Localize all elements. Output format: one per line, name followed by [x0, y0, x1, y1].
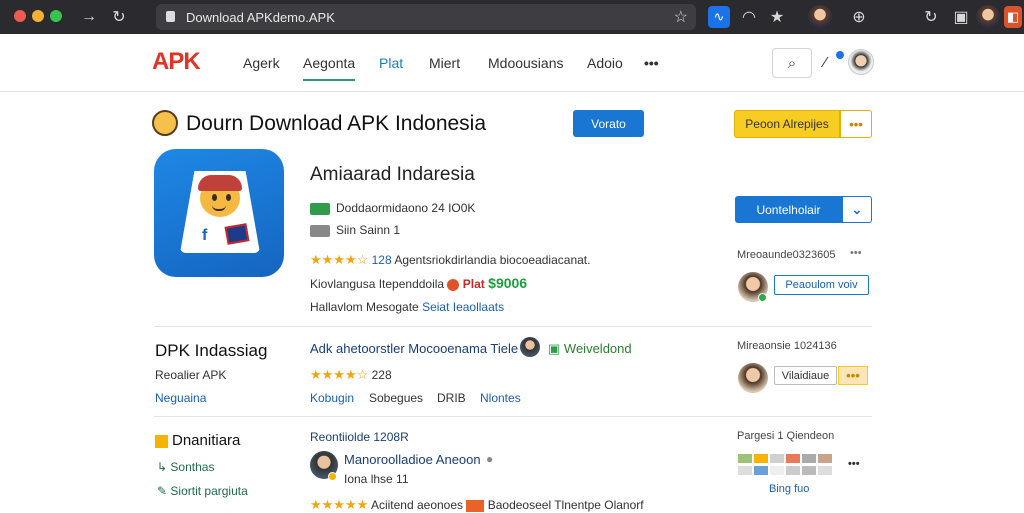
app-meta-line2: Siin Sainn 1	[310, 223, 400, 237]
verified-icon: ▣	[548, 341, 561, 356]
reviewer-badge-icon	[328, 472, 337, 481]
reviewer-more-icon[interactable]: ●	[486, 452, 493, 466]
section1-rating: ★★★★☆ 228	[310, 367, 392, 382]
side-more-icon[interactable]: •••	[850, 247, 862, 259]
extension-icon[interactable]: ∿	[708, 6, 730, 28]
url-text: Download APKdemo.APK	[186, 9, 335, 25]
link-tag-icon	[310, 224, 330, 237]
header-more-button[interactable]: •••	[840, 110, 872, 138]
nav-item-1[interactable]: Aegonta	[303, 55, 356, 81]
side-label-1: Mreoaunde0323605	[737, 249, 836, 261]
section2-heading: Reontiiolde 1208R	[310, 430, 409, 444]
android-tag-icon	[310, 202, 330, 215]
app-rating-line: ★★★★☆ 128 Agentsriokdirlandia biocoeadia…	[310, 252, 591, 267]
nav-more-icon[interactable]: •••	[644, 55, 659, 71]
section1-link-3[interactable]: Nlontes	[480, 391, 521, 405]
extensions-puzzle-icon[interactable]: ⊕	[848, 6, 870, 28]
app-name: Amiaarad Indaresia	[310, 164, 475, 185]
reload-icon[interactable]: ↻	[108, 6, 130, 28]
side-more-icon-3[interactable]: •••	[848, 458, 860, 470]
notification-badge	[836, 51, 844, 59]
site-logo[interactable]: APK	[152, 48, 201, 76]
app-icon: f	[154, 149, 284, 277]
star-icon[interactable]: ★	[766, 6, 788, 28]
online-dot-icon	[758, 293, 767, 302]
tab-icon[interactable]: ▣	[950, 6, 972, 28]
section1-verified: ▣ Weiveldond	[548, 341, 632, 356]
maximize-window-button[interactable]	[50, 10, 62, 22]
flame-icon	[447, 278, 460, 291]
secondary-button[interactable]: Peoon Alrepijes	[734, 110, 840, 138]
section1-link-1[interactable]: Sobegues	[369, 391, 423, 405]
section1-sub2[interactable]: Neguaina	[155, 391, 206, 405]
section1-link-2[interactable]: DRIB	[437, 391, 466, 405]
divider	[154, 416, 872, 417]
search-icon: ⌕	[787, 54, 797, 72]
forward-arrow-icon[interactable]: →	[78, 6, 100, 28]
divider	[154, 326, 872, 327]
section1-heading: Adk ahetoorstler Mocooenama Tiele	[310, 341, 519, 356]
browser-toolbar: → ↻ Download APKdemo.APK ☆ ∿ ◠ ★ ⊕ ↻ ▣ ◧	[0, 0, 1024, 34]
edit-icon: ✎	[157, 484, 168, 498]
side-label-2: Mireaonsie 1024136	[737, 340, 837, 352]
side-more-button-2[interactable]: •••	[838, 366, 868, 385]
app-meta-link[interactable]: Seiat Ieaollaats	[422, 300, 504, 314]
side-link-3[interactable]: Bing fuo	[769, 483, 809, 495]
profile-avatar[interactable]	[808, 5, 832, 29]
section1-title: DPK Indassiag	[155, 341, 268, 360]
app-meta-line4: Kiovlangusa Itependdoila Plat $9006	[310, 275, 528, 291]
side-avatar-2	[738, 363, 768, 393]
side-label-3: Pargesi 1 Qiendeon	[737, 430, 835, 442]
nav-item-3[interactable]: Miert	[429, 55, 460, 71]
address-bar[interactable]: Download APKdemo.APK ☆	[156, 4, 696, 30]
install-button[interactable]: Uontelholair	[735, 196, 842, 223]
page-title: Dourn Download APK Indonesia	[186, 112, 487, 135]
notification-icon[interactable]: ⁄	[824, 54, 827, 71]
nav-item-5[interactable]: Adoio	[587, 55, 623, 71]
section1-avatar	[520, 337, 540, 357]
refresh-icon[interactable]: ↻	[920, 6, 942, 28]
reviewer-name: Manoroolladioe Aneoon	[344, 452, 481, 467]
nav-item-0[interactable]: Agerk	[243, 55, 280, 71]
account-avatar[interactable]	[976, 5, 1000, 29]
rating-stars-icon: ★★★★☆	[310, 367, 369, 382]
review-line: ★★★★★ Aciitend aeonoes Baodeoseel Tlnent…	[310, 497, 644, 512]
rating-stars-icon: ★★★★☆	[310, 252, 369, 267]
search-button[interactable]: ⌕	[772, 48, 812, 78]
side-button-2[interactable]: Vilaidiaue	[774, 366, 837, 385]
app-badge-icon	[466, 499, 485, 512]
user-avatar[interactable]	[848, 49, 874, 75]
section1-sub1: Reoalier APK	[155, 368, 227, 382]
minimize-window-button[interactable]	[32, 10, 44, 22]
app-meta-line5: Hallavlom Mesogate Seiat Ieaollaats	[310, 300, 505, 314]
section2-item-1[interactable]: ✎ Siortit pargiuta	[157, 484, 248, 498]
primary-button[interactable]: Vorato	[573, 110, 644, 137]
flag-extension-icon[interactable]: ◧	[1004, 6, 1022, 28]
bookmark-star-icon[interactable]: ☆	[674, 7, 688, 27]
lock-icon	[166, 11, 175, 22]
share-icon: ↳	[157, 460, 168, 474]
close-window-button[interactable]	[14, 10, 26, 22]
side-button-1[interactable]: Peaoulom voiv	[774, 275, 869, 295]
nav-item-4[interactable]: Mdoousians	[488, 55, 564, 71]
section1-link-0[interactable]: Kobugin	[310, 391, 354, 405]
reader-icon[interactable]: ◠	[738, 6, 760, 28]
reviewer-sub: Iona lhse 11	[344, 472, 409, 486]
section2-item-0[interactable]: ↳ Sonthas	[157, 460, 214, 474]
install-more-button[interactable]: ⌄	[842, 196, 872, 223]
folder-icon	[155, 434, 168, 448]
site-header: APK Agerk Aegonta Plat Miert Mdoousians …	[0, 34, 1024, 92]
monkey-emoji-icon	[152, 110, 178, 136]
rating-stars-icon: ★★★★★	[310, 497, 369, 512]
app-meta-line1: Doddaormidaono 24 IO0K	[310, 201, 475, 215]
nav-item-2[interactable]: Plat	[379, 55, 403, 71]
section2-title: Dnanitiara	[155, 432, 240, 449]
